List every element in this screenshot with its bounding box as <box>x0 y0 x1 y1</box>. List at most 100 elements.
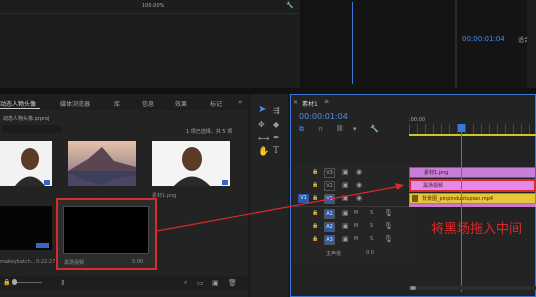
clip-v1-background[interactable]: 背景图_pinpinduotupian.mp4 <box>409 193 536 204</box>
tab-library[interactable]: 库 <box>114 99 120 108</box>
linked-selection-icon[interactable]: ⛓ <box>336 125 344 133</box>
program-monitor <box>303 0 536 88</box>
clip-badge <box>222 180 228 185</box>
clip-duration-video: 0:22:27 <box>36 259 56 265</box>
tab-project[interactable]: 动态人物头像 <box>0 99 36 108</box>
toggle-output-icon[interactable]: ▣ <box>342 181 349 189</box>
project-bottom-bar <box>0 276 248 290</box>
track-a3[interactable]: 🔒 A3 ▣ M S 🎙 <box>294 233 409 248</box>
source-scrub-bar[interactable] <box>0 13 300 14</box>
tab-project-underline <box>0 108 40 109</box>
tab-media-browser[interactable]: 媒体浏览器 <box>60 99 90 108</box>
black-video-thumbnail[interactable] <box>63 206 149 254</box>
search-field[interactable] <box>2 125 62 133</box>
settings-icon[interactable]: 🔧 <box>370 125 379 133</box>
track-a1-label[interactable]: A1 <box>324 209 335 219</box>
solo-button[interactable]: S <box>370 236 373 242</box>
annotation-text: 将黑场拖入中间 <box>431 222 523 237</box>
mute-button[interactable]: M <box>354 236 358 242</box>
toggle-output-icon[interactable]: ▣ <box>342 194 349 202</box>
ruler-start: :00:00 <box>409 117 426 123</box>
track-master[interactable]: 主声道 0.0 <box>294 247 409 262</box>
clip-v2-label: 黑场视频 <box>423 183 444 189</box>
snap-icon[interactable]: ∩ <box>318 125 323 133</box>
track-v2-label[interactable]: V2 <box>324 181 335 191</box>
selection-count: 1 项已选择，共 5 项 <box>186 129 233 135</box>
fx-badge <box>412 195 418 202</box>
track-select-icon[interactable]: ⇶ <box>273 107 280 115</box>
lock-icon[interactable]: 🔒 <box>3 279 10 287</box>
hand-tool-icon[interactable]: ✋ <box>258 148 269 157</box>
type-tool-icon[interactable]: T <box>273 147 279 156</box>
black-video-duration: 5:00 <box>132 259 144 265</box>
wrench-icon[interactable]: 🔧 <box>286 2 293 10</box>
toggle-output-icon[interactable]: ▣ <box>342 222 349 230</box>
master-label: 主声道 <box>326 251 342 257</box>
track-sync-lock[interactable]: 🔒 <box>312 210 318 216</box>
mute-button[interactable]: M <box>354 223 358 229</box>
track-a2-label[interactable]: A2 <box>324 222 335 232</box>
clip-badge <box>36 243 49 248</box>
nest-toggle-icon[interactable]: ⧉ <box>299 125 304 133</box>
new-item-icon[interactable]: ▣ <box>212 279 219 287</box>
scrollbar-handle[interactable] <box>410 286 416 290</box>
timeline-playhead[interactable] <box>461 132 462 292</box>
menu-icon[interactable]: ≡ <box>324 98 329 106</box>
microphone-icon[interactable]: 🎙 <box>384 209 393 217</box>
ripple-edit-icon[interactable]: ✥ <box>258 121 265 129</box>
tools-panel <box>250 94 288 297</box>
track-sync-lock[interactable]: 🔒 <box>312 195 318 201</box>
toggle-output-icon[interactable]: ▣ <box>342 235 349 243</box>
sort-icon[interactable]: ⇕ <box>60 279 66 287</box>
eye-icon[interactable]: ◉ <box>356 168 362 176</box>
master-volume[interactable]: 0.0 <box>366 250 374 256</box>
slip-tool-icon[interactable]: ⟷ <box>258 135 269 143</box>
razor-tool-icon[interactable]: ◆ <box>273 121 279 129</box>
zoom-slider-handle[interactable] <box>12 279 17 285</box>
new-bin-icon[interactable]: ▭ <box>197 279 204 287</box>
project-file-name: 动态人物头像.prproj <box>3 116 50 122</box>
track-sync-lock[interactable]: 🔒 <box>312 169 318 175</box>
track-sync-lock[interactable]: 🔒 <box>312 223 318 229</box>
eye-icon[interactable]: ◉ <box>356 194 362 202</box>
mute-button[interactable]: M <box>354 210 358 216</box>
microphone-icon[interactable]: 🎙 <box>384 222 393 230</box>
track-a3-label[interactable]: A3 <box>324 235 335 245</box>
track-v1-label[interactable]: V1 <box>324 194 335 204</box>
overflow-icon[interactable]: » <box>238 98 242 106</box>
source-zoom-label[interactable]: 100.00% <box>142 3 164 9</box>
program-timecode[interactable]: 00:00:01:04 <box>462 35 505 43</box>
selection-tool-icon[interactable]: ➤ <box>258 105 266 115</box>
tab-markers[interactable]: 标记 <box>210 99 222 108</box>
solo-button[interactable]: S <box>370 210 373 216</box>
search-icon[interactable]: ⌕ <box>184 279 187 287</box>
work-area-bar[interactable] <box>409 134 536 136</box>
microphone-icon[interactable]: 🎙 <box>384 235 393 243</box>
add-marker-icon[interactable]: ▾ <box>353 125 357 133</box>
timeline-tab-sequence[interactable]: 素材1 <box>302 99 318 108</box>
clip-thumbnail-mountain[interactable] <box>68 141 136 186</box>
track-sync-lock[interactable]: 🔒 <box>312 236 318 242</box>
source-patch-v1[interactable]: V1 <box>298 194 309 203</box>
clip-v3-material[interactable]: 素材1.png <box>409 167 536 178</box>
timeline-timecode[interactable]: 00:00:01:04 <box>299 112 348 121</box>
timeline-scrollbar[interactable] <box>409 286 536 290</box>
trash-icon[interactable]: 🗑 <box>228 279 237 287</box>
close-icon[interactable]: ✕ <box>293 99 298 107</box>
program-right-frame <box>527 0 536 88</box>
tab-effects[interactable]: 效果 <box>175 99 187 108</box>
clip-label-video: makeybatch... <box>0 259 36 265</box>
pen-tool-icon[interactable]: ✒ <box>273 134 280 142</box>
clip-v2-black-video[interactable]: 黑场视频 <box>409 179 536 192</box>
track-v3-label[interactable]: V3 <box>324 168 335 178</box>
toggle-output-icon[interactable]: ▣ <box>342 209 349 217</box>
clip-thumbnail-portrait-2[interactable] <box>152 141 230 186</box>
toggle-output-icon[interactable]: ▣ <box>342 168 349 176</box>
tab-info[interactable]: 信息 <box>142 99 154 108</box>
clip-badge <box>44 180 50 185</box>
solo-button[interactable]: S <box>370 223 373 229</box>
track-sync-lock[interactable]: 🔒 <box>312 182 318 188</box>
eye-icon[interactable]: ◉ <box>356 181 362 189</box>
playhead-handle[interactable] <box>458 124 465 132</box>
track-v1[interactable]: V1 🔒 V1 ▣ ◉ <box>294 192 409 207</box>
